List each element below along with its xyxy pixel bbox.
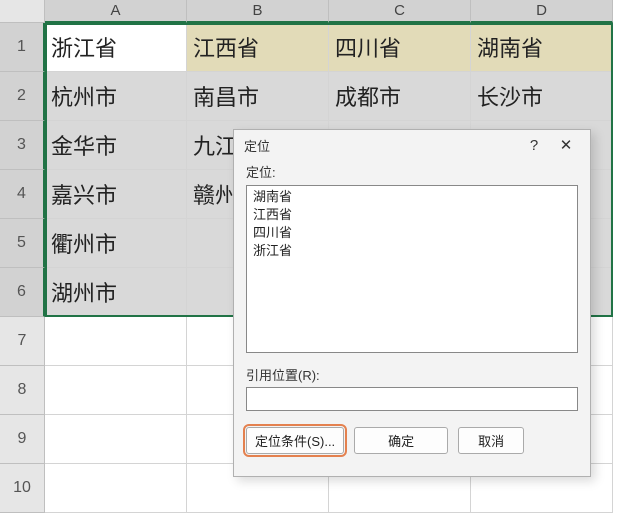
cell-B2[interactable]: 南昌市 [187, 72, 329, 121]
cell-D1[interactable]: 湖南省 [471, 23, 613, 72]
dialog-title: 定位 [242, 136, 518, 155]
cell-A10[interactable] [45, 464, 187, 513]
row-header-6[interactable]: 6 [0, 268, 45, 317]
cell-C1[interactable]: 四川省 [329, 23, 471, 72]
col-header-A[interactable]: A [45, 0, 187, 23]
select-all-corner[interactable] [0, 0, 45, 23]
close-button[interactable]: ✕ [550, 132, 582, 158]
row-header-9[interactable]: 9 [0, 415, 45, 464]
reference-input[interactable] [246, 387, 578, 411]
row-header-8[interactable]: 8 [0, 366, 45, 415]
cancel-button[interactable]: 取消 [458, 427, 524, 454]
special-button[interactable]: 定位条件(S)... [246, 427, 344, 454]
row-header-5[interactable]: 5 [0, 219, 45, 268]
cell-A1[interactable]: 浙江省 [45, 23, 187, 72]
cell-A4[interactable]: 嘉兴市 [45, 170, 187, 219]
list-item[interactable]: 湖南省 [251, 188, 573, 206]
list-item[interactable]: 四川省 [251, 224, 573, 242]
cell-A8[interactable] [45, 366, 187, 415]
col-header-D[interactable]: D [471, 0, 613, 23]
dialog-titlebar[interactable]: 定位 ? ✕ [234, 130, 590, 160]
col-header-C[interactable]: C [329, 0, 471, 23]
row-header-7[interactable]: 7 [0, 317, 45, 366]
cell-B1[interactable]: 江西省 [187, 23, 329, 72]
col-header-B[interactable]: B [187, 0, 329, 23]
row-header-3[interactable]: 3 [0, 121, 45, 170]
help-button[interactable]: ? [518, 132, 550, 158]
ok-button[interactable]: 确定 [354, 427, 448, 454]
cell-C2[interactable]: 成都市 [329, 72, 471, 121]
row-header-2[interactable]: 2 [0, 72, 45, 121]
goto-label: 定位: [246, 162, 578, 181]
cell-A5[interactable]: 衢州市 [45, 219, 187, 268]
cell-A3[interactable]: 金华市 [45, 121, 187, 170]
goto-dialog: 定位 ? ✕ 定位: 湖南省 江西省 四川省 浙江省 引用位置(R): 定位条件… [233, 129, 591, 477]
goto-listbox[interactable]: 湖南省 江西省 四川省 浙江省 [246, 185, 578, 353]
row-header-4[interactable]: 4 [0, 170, 45, 219]
row-header-1[interactable]: 1 [0, 23, 45, 72]
list-item[interactable]: 江西省 [251, 206, 573, 224]
cell-A2[interactable]: 杭州市 [45, 72, 187, 121]
cell-A6[interactable]: 湖州市 [45, 268, 187, 317]
reference-label: 引用位置(R): [246, 365, 578, 384]
list-item[interactable]: 浙江省 [251, 242, 573, 260]
cell-A7[interactable] [45, 317, 187, 366]
cell-A9[interactable] [45, 415, 187, 464]
close-icon: ✕ [560, 136, 573, 154]
cell-D2[interactable]: 长沙市 [471, 72, 613, 121]
row-header-10[interactable]: 10 [0, 464, 45, 513]
column-headers-row: A B C D [0, 0, 640, 23]
